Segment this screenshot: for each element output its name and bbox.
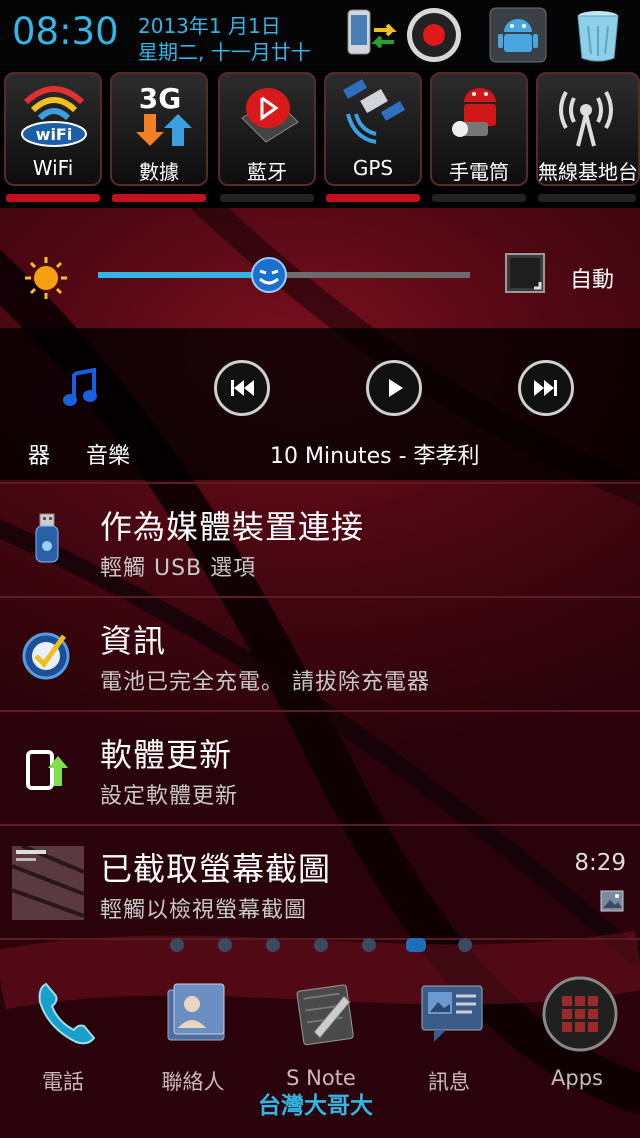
usb-icon xyxy=(20,510,76,570)
date: 2013年1 月1日 xyxy=(138,14,281,38)
brightness-sun-icon xyxy=(24,256,68,300)
flashlight-icon xyxy=(446,78,514,148)
notification-time: 8:29 xyxy=(574,850,626,876)
toggle-gps-indicator xyxy=(326,194,420,202)
toggle-wifi[interactable]: wiFi WiFi xyxy=(4,72,102,186)
brightness-slider-thumb[interactable] xyxy=(251,257,287,293)
trash-icon[interactable] xyxy=(568,6,628,64)
weekday-lunar-date: 星期二, 十一月廿十 xyxy=(138,40,311,64)
dock-label: Apps xyxy=(551,1066,603,1090)
notification-subtitle: 輕觸以檢視螢幕截圖 xyxy=(100,898,308,923)
toggle-bluetooth-indicator xyxy=(220,194,314,202)
page-dot[interactable] xyxy=(266,938,280,952)
toggle-wireless-hotspot[interactable]: 無線基地台 xyxy=(536,72,640,186)
carrier-watermark: 台灣大哥大 xyxy=(258,1093,373,1119)
dock-label: 訊息 xyxy=(428,1070,470,1094)
previous-icon xyxy=(231,380,254,396)
bluetooth-icon xyxy=(234,78,302,148)
next-icon xyxy=(534,380,557,396)
notification-subtitle: 設定軟體更新 xyxy=(100,784,239,809)
apps-icon xyxy=(542,976,618,1052)
messages-icon xyxy=(414,976,490,1052)
play-button[interactable] xyxy=(366,360,422,416)
notification-software-update[interactable]: 軟體更新 設定軟體更新 xyxy=(0,710,640,824)
wifi-icon: wiFi xyxy=(20,78,88,148)
music-app-label: 音樂 xyxy=(86,444,131,469)
svg-text:wiFi: wiFi xyxy=(36,125,73,144)
notification-title: 資訊 xyxy=(100,622,167,660)
page-dot[interactable] xyxy=(458,938,472,952)
dock-apps[interactable]: Apps xyxy=(522,970,632,1100)
notification-info[interactable]: 資訊 電池已完全充電。 請拔除充電器 xyxy=(0,596,640,710)
play-icon xyxy=(389,379,403,397)
notification-title: 作為媒體裝置連接 xyxy=(100,508,365,546)
mobile-data-3g-icon: 3G xyxy=(126,78,194,148)
toggle-mobile-data-indicator xyxy=(112,194,206,202)
auto-brightness-label: 自動 xyxy=(570,268,615,293)
wireless-hotspot-icon xyxy=(552,78,620,148)
notification-subtitle: 電池已完全充電。 請拔除充電器 xyxy=(100,670,430,695)
previous-track-button[interactable] xyxy=(214,360,270,416)
notification-subtitle: 輕觸 USB 選項 xyxy=(100,556,257,581)
toggle-gps-label: GPS xyxy=(352,156,394,180)
dock-label: 聯絡人 xyxy=(161,1070,225,1094)
notification-title: 軟體更新 xyxy=(100,736,233,774)
toggle-mobile-data-label: 數據 xyxy=(139,160,179,184)
notification-screenshot[interactable]: 已截取螢幕截圖 輕觸以檢視螢幕截圖 8:29 xyxy=(0,824,640,940)
quick-settings-toggles: wiFi WiFi 3G 數據 藍牙 GPS 手電筒 無線基地台 xyxy=(0,70,640,208)
toggle-flashlight[interactable]: 手電筒 xyxy=(430,72,528,186)
clock: 08:30 xyxy=(12,10,119,53)
auto-brightness-checkbox[interactable] xyxy=(504,252,546,294)
toggle-wireless-hotspot-label: 無線基地台 xyxy=(538,160,638,184)
contacts-icon xyxy=(158,976,234,1052)
gps-satellite-icon xyxy=(340,78,408,148)
android-icon[interactable] xyxy=(488,6,548,64)
dock-contacts[interactable]: 聯絡人 xyxy=(138,970,248,1100)
notification-title: 已截取螢幕截圖 xyxy=(100,850,332,888)
toggle-wifi-label: WiFi xyxy=(32,156,74,180)
next-track-button[interactable] xyxy=(518,360,574,416)
brightness-fill xyxy=(98,272,269,278)
snote-icon xyxy=(286,976,362,1052)
record-icon[interactable] xyxy=(404,6,464,64)
dock-phone[interactable]: 電話 xyxy=(8,970,118,1100)
dock-label: 電話 xyxy=(42,1070,84,1094)
page-dot[interactable] xyxy=(170,938,184,952)
dock-snote[interactable]: S Note xyxy=(266,970,376,1100)
phone-sync-icon[interactable] xyxy=(344,6,404,64)
music-source-prefix: 器 xyxy=(28,444,51,469)
brightness-slider[interactable] xyxy=(98,257,470,293)
toggle-flashlight-label: 手電筒 xyxy=(449,160,509,184)
toggle-flashlight-indicator xyxy=(432,194,526,202)
toggle-wireless-hotspot-indicator xyxy=(538,194,636,202)
gallery-icon xyxy=(600,890,624,912)
page-dot[interactable] xyxy=(314,938,328,952)
toggle-wifi-indicator xyxy=(6,194,100,202)
status-bar: 08:30 2013年1 月1日 星期二, 十一月廿十 xyxy=(0,0,640,70)
music-note-icon[interactable] xyxy=(62,367,100,408)
page-dot-active[interactable] xyxy=(406,938,426,952)
music-track-title: 10 Minutes - 李孝利 xyxy=(270,444,480,469)
screenshot-thumbnail xyxy=(11,844,85,920)
dock-messages[interactable]: 訊息 xyxy=(394,970,504,1100)
toggle-gps[interactable]: GPS xyxy=(324,72,422,186)
notification-usb[interactable]: 作為媒體裝置連接 輕觸 USB 選項 xyxy=(0,482,640,596)
page-dot[interactable] xyxy=(218,938,232,952)
svg-text:3G: 3G xyxy=(139,82,181,115)
toggle-bluetooth[interactable]: 藍牙 xyxy=(218,72,316,186)
page-dot[interactable] xyxy=(362,938,376,952)
toggle-mobile-data[interactable]: 3G 數據 xyxy=(110,72,208,186)
info-check-icon xyxy=(20,624,76,684)
phone-icon xyxy=(28,976,104,1052)
software-update-icon xyxy=(20,738,76,798)
toggle-bluetooth-label: 藍牙 xyxy=(247,160,287,184)
page-indicator xyxy=(0,938,640,956)
